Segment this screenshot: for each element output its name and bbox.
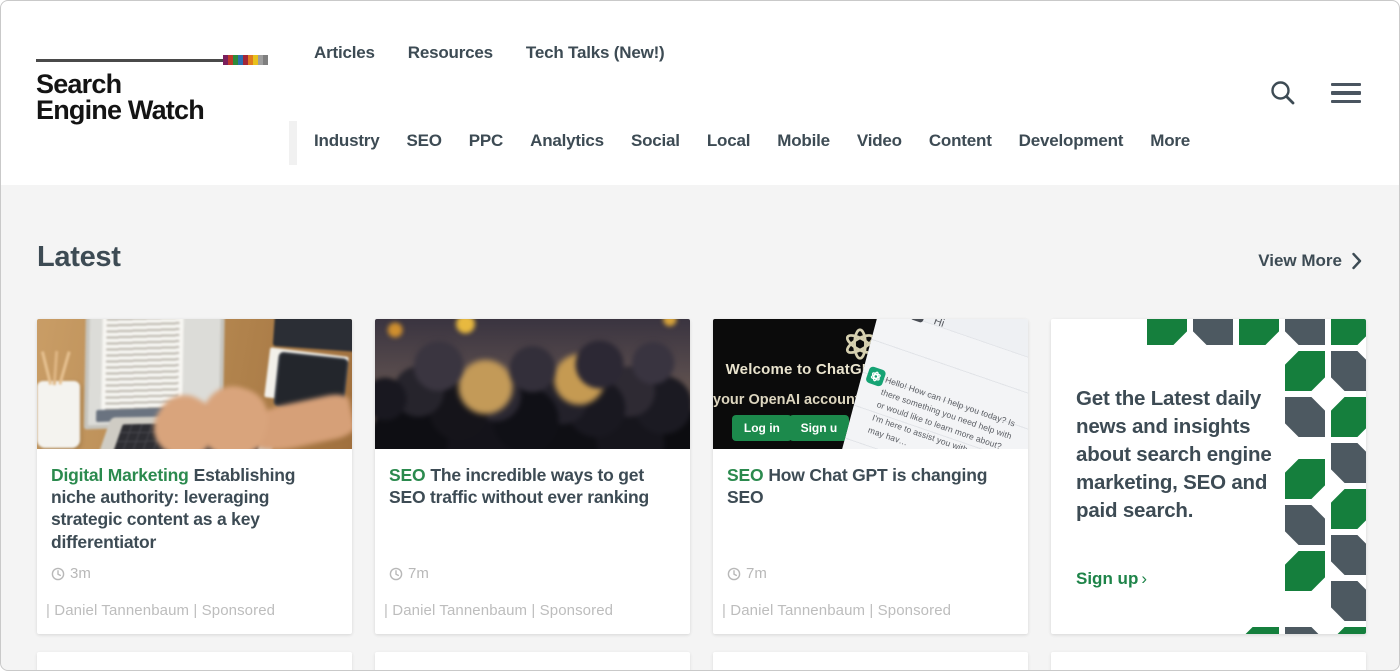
article-category[interactable]: SEO xyxy=(389,465,425,485)
site-header: Search Engine Watch Articles Resources T… xyxy=(1,1,1399,185)
nav-tech-talks[interactable]: Tech Talks (New!) xyxy=(526,43,665,63)
hamburger-menu-button[interactable] xyxy=(1331,81,1361,106)
pattern-tile xyxy=(1331,397,1366,437)
search-icon xyxy=(1269,79,1297,107)
pattern-tile xyxy=(1331,581,1366,621)
page: Search Engine Watch Articles Resources T… xyxy=(1,1,1399,670)
chatgpt-welcome-text: Welcome to ChatGPT xyxy=(726,361,882,378)
clock-icon xyxy=(727,567,741,581)
article-category[interactable]: SEO xyxy=(727,465,763,485)
article-timestamp: 7m xyxy=(727,565,767,582)
primary-nav: Articles Resources Tech Talks (New!) xyxy=(314,43,665,63)
next-row-card xyxy=(375,652,690,670)
sign-up-link[interactable]: Sign up› xyxy=(1076,569,1147,589)
pattern-tile xyxy=(1331,351,1366,391)
section-title: Latest xyxy=(37,241,121,274)
secondary-nav: Industry SEO PPC Analytics Social Local … xyxy=(314,131,1190,151)
user-avatar xyxy=(910,319,927,323)
article-byline: | Daniel Tannenbaum | Sponsored xyxy=(46,602,275,619)
search-button[interactable] xyxy=(1269,79,1297,107)
pattern-tile xyxy=(1239,319,1279,345)
article-byline: | Daniel Tannenbaum | Sponsored xyxy=(722,602,951,619)
pattern-tile xyxy=(1331,319,1366,345)
chevron-right-icon: › xyxy=(1141,569,1147,588)
pattern-tile xyxy=(1331,627,1366,634)
nav-industry[interactable]: Industry xyxy=(314,131,379,151)
nav-articles[interactable]: Articles xyxy=(314,43,375,63)
nav-resources[interactable]: Resources xyxy=(408,43,493,63)
nav-video[interactable]: Video xyxy=(857,131,902,151)
clock-icon xyxy=(51,567,65,581)
logo-pixels-decoration xyxy=(223,55,268,65)
next-row-card xyxy=(1051,652,1366,670)
promo-message: Get the Latest daily news and insights a… xyxy=(1076,385,1278,525)
pattern-tile xyxy=(1147,319,1187,345)
nav-analytics[interactable]: Analytics xyxy=(530,131,604,151)
article-card-2[interactable]: SEOThe incredible ways to get SEO traffi… xyxy=(375,319,690,634)
header-divider xyxy=(289,121,297,165)
pattern-tile xyxy=(1285,351,1325,391)
chatgpt-signup-button: Sign u xyxy=(789,415,850,441)
article-card-3[interactable]: Hi Hello! How can I help you today? Is t… xyxy=(713,319,1028,634)
view-more-link[interactable]: View More xyxy=(1258,251,1362,271)
chat-user-message: Hi xyxy=(932,319,946,329)
article-title: Digital MarketingEstablishing niche auth… xyxy=(51,464,336,553)
chatgpt-login-button: Log in xyxy=(732,415,792,441)
pattern-tile xyxy=(1285,397,1325,437)
nav-social[interactable]: Social xyxy=(631,131,680,151)
pattern-tile xyxy=(1285,459,1325,499)
pattern-tile xyxy=(1285,551,1325,591)
nav-more[interactable]: More xyxy=(1150,131,1190,151)
logo-wordmark: Search Engine Watch xyxy=(36,71,276,124)
article-title: SEOThe incredible ways to get SEO traffi… xyxy=(389,464,674,508)
article-image-laptop-typing xyxy=(37,319,352,449)
article-card-1[interactable]: Digital MarketingEstablishing niche auth… xyxy=(37,319,352,634)
clock-icon xyxy=(389,567,403,581)
nav-seo[interactable]: SEO xyxy=(406,131,441,151)
nav-development[interactable]: Development xyxy=(1019,131,1124,151)
article-category[interactable]: Digital Marketing xyxy=(51,465,189,485)
newsletter-promo-card: Get the Latest daily news and insights a… xyxy=(1051,319,1366,634)
next-row-card xyxy=(37,652,352,670)
article-image-street-crowd xyxy=(375,319,690,449)
pattern-tile xyxy=(1285,319,1325,345)
logo-line-2: Engine Watch xyxy=(36,97,276,123)
site-logo[interactable]: Search Engine Watch xyxy=(36,41,276,124)
article-timestamp: 3m xyxy=(51,565,91,582)
next-row-card xyxy=(713,652,1028,670)
nav-ppc[interactable]: PPC xyxy=(469,131,503,151)
article-image-chatgpt-screen: Hi Hello! How can I help you today? Is t… xyxy=(713,319,1028,449)
chatgpt-account-text: your OpenAI account xyxy=(713,392,860,408)
hamburger-icon xyxy=(1331,83,1361,87)
header-actions xyxy=(1269,79,1361,107)
article-timestamp: 7m xyxy=(389,565,429,582)
article-title: SEOHow Chat GPT is changing SEO xyxy=(727,464,1012,508)
pattern-tile xyxy=(1193,319,1233,345)
article-byline: | Daniel Tannenbaum | Sponsored xyxy=(384,602,613,619)
pattern-tile xyxy=(1285,505,1325,545)
chat-assistant-message: Hello! How can I help you today? Is ther… xyxy=(866,374,1020,449)
nav-mobile[interactable]: Mobile xyxy=(777,131,830,151)
pattern-tile xyxy=(1239,627,1279,634)
pattern-tile xyxy=(1331,535,1366,575)
nav-local[interactable]: Local xyxy=(707,131,750,151)
nav-content[interactable]: Content xyxy=(929,131,992,151)
pattern-tile xyxy=(1331,443,1366,483)
pattern-tile xyxy=(1331,489,1366,529)
pattern-tile xyxy=(1285,627,1325,634)
chevron-right-icon xyxy=(1352,252,1362,270)
logo-line-1: Search xyxy=(36,71,276,97)
logo-rule xyxy=(36,59,232,62)
